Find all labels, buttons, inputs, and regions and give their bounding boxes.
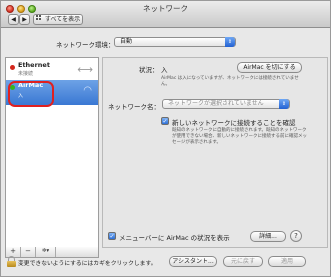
show-all-label: すべてを表示 [44, 16, 81, 23]
ask-to-join-description: 既知のネットワークに自動的に接続されます。既知のネットワークが使用できない場合、… [172, 128, 307, 145]
lock-message: 変更できないようにするにはカギをクリックします。 [18, 261, 157, 267]
remove-service-button[interactable]: − [21, 247, 36, 257]
status-dot-red [10, 65, 15, 70]
network-preferences-window: ネットワーク ◀ ▶ すべてを表示 ネットワーク環境： 自動 ⇕ Etherne… [0, 0, 331, 277]
show-all-button[interactable]: すべてを表示 [33, 14, 83, 25]
select-arrows-icon: ⇕ [225, 37, 235, 47]
ask-to-join-checkbox[interactable]: ✓ [161, 117, 169, 125]
service-name: Ethernet [18, 61, 50, 69]
network-name-select[interactable]: ネットワークが選択されていません ⇕ [162, 99, 290, 109]
back-button[interactable]: ◀ [8, 14, 19, 25]
service-item-airmac[interactable]: AirMac 入 ◠ [6, 80, 98, 107]
lock-body [7, 261, 16, 267]
grid-icon [35, 15, 43, 22]
lock-icon[interactable] [7, 256, 16, 267]
location-label: ネットワーク環境： [56, 41, 115, 49]
window-title: ネットワーク [143, 4, 188, 13]
ethernet-arrows-icon: ⟷ [77, 63, 93, 76]
network-name-value: ネットワークが選択されていません [168, 100, 264, 107]
wifi-icon: ◠ [83, 85, 92, 96]
network-name-label: ネットワーク名： [108, 103, 160, 111]
status-label: 状況： [139, 66, 159, 74]
service-item-ethernet[interactable]: Ethernet 未接続 ⟷ [6, 60, 98, 80]
revert-button[interactable]: 元に戻す [223, 256, 263, 267]
ask-to-join-label: 新しいネットワークに接続することを確認 [172, 119, 296, 127]
service-list-controls: + − ✲▾ [5, 247, 99, 258]
location-select[interactable]: 自動 ⇕ [114, 37, 236, 47]
title-bar: ネットワーク ◀ ▶ すべてを表示 [1, 1, 330, 28]
advanced-button[interactable]: 詳細... [250, 231, 286, 242]
help-button[interactable]: ? [290, 230, 302, 242]
service-list: Ethernet 未接続 ⟷ AirMac 入 ◠ [5, 57, 99, 248]
service-status: 未接続 [18, 71, 34, 77]
red-highlight-annotation [8, 81, 54, 107]
action-menu-button[interactable]: ✲▾ [36, 247, 56, 257]
status-description: AirMac は入になっていますが、ネットワークには接続されていません。 [161, 76, 299, 87]
turn-airmac-off-button[interactable]: AirMac を切にする [237, 62, 302, 73]
status-value: 入 [161, 66, 168, 74]
apply-button[interactable]: 適用 [268, 256, 306, 267]
show-in-menubar-label: メニューバーに AirMac の状況を表示 [119, 234, 230, 242]
assistant-button[interactable]: アシスタント... [169, 256, 217, 267]
select-arrows-icon: ⇕ [279, 99, 289, 109]
show-in-menubar-checkbox[interactable]: ✓ [108, 232, 116, 240]
location-value: 自動 [120, 38, 133, 45]
forward-button[interactable]: ▶ [19, 14, 30, 25]
service-detail-panel: 状況： 入 AirMac を切にする AirMac は入になっていますが、ネット… [102, 57, 328, 248]
